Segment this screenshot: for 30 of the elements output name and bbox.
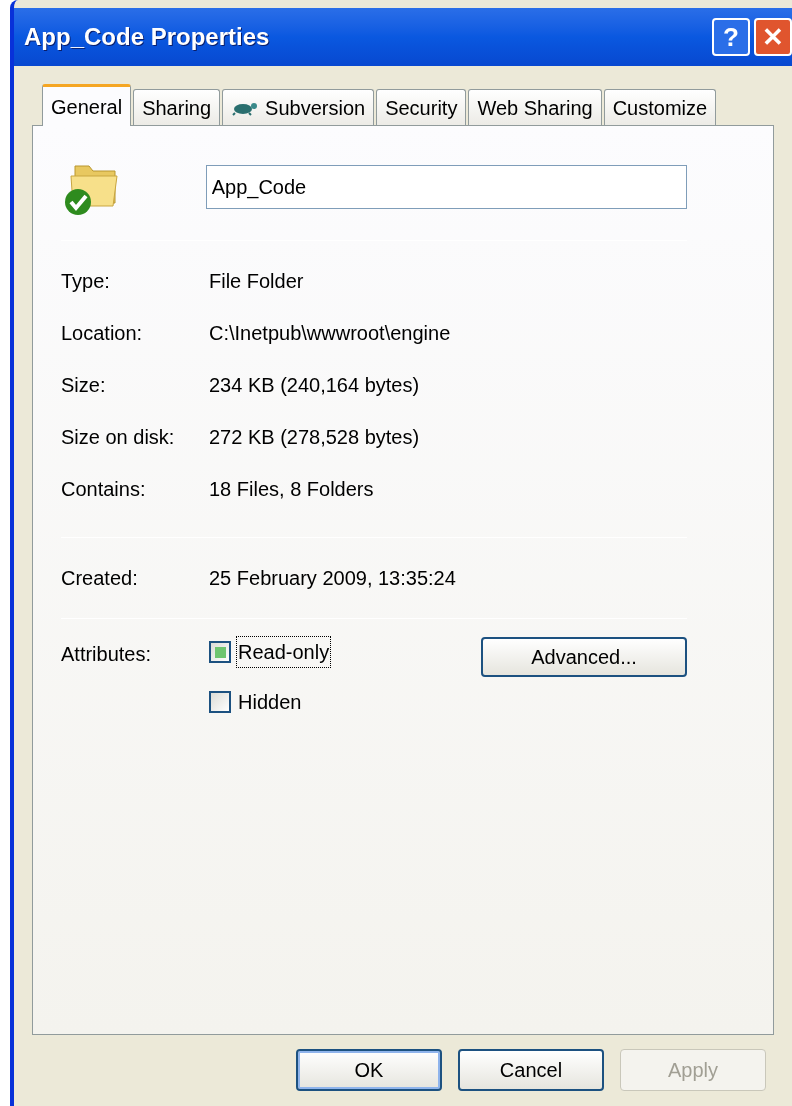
checkbox[interactable] xyxy=(209,641,231,663)
name-field[interactable]: App_Code xyxy=(205,165,687,209)
tab[interactable]: Sharing xyxy=(133,89,221,125)
help-button[interactable]: ? xyxy=(712,18,750,56)
field-value: File Folder xyxy=(209,269,304,294)
field-label: Created: xyxy=(61,566,139,591)
tab[interactable]: General xyxy=(42,84,132,126)
checkbox[interactable] xyxy=(209,691,231,713)
field-label: Attributes: xyxy=(61,642,153,667)
field-label: Size on disk: xyxy=(61,425,176,450)
checkbox-label[interactable]: Hidden xyxy=(237,687,303,717)
field-value: 18 Files, 8 Folders xyxy=(209,477,374,502)
checkbox-label[interactable]: Read-only xyxy=(237,637,331,667)
tab[interactable]: Security xyxy=(376,89,467,125)
tab[interactable]: Subversion xyxy=(222,89,375,125)
field-value: 272 KB (278,528 bytes) xyxy=(209,425,420,450)
field-label: Location: xyxy=(61,321,144,346)
dialog-button[interactable]: OK xyxy=(296,1049,442,1091)
field-value: C:\Inetpub\wwwroot\engine xyxy=(209,321,451,346)
tab[interactable]: Web Sharing xyxy=(468,89,602,125)
window-title: App_Code Properties xyxy=(24,22,270,52)
field-label: Contains: xyxy=(61,477,147,502)
tab[interactable]: Customize xyxy=(603,89,717,125)
field-value: 234 KB (240,164 bytes) xyxy=(209,373,420,398)
advanced-button[interactable]: Advanced... xyxy=(481,637,687,677)
close-button[interactable]: ✕ xyxy=(754,18,792,56)
dialog-button[interactable]: Cancel xyxy=(458,1049,604,1091)
field-label: Size: xyxy=(61,373,107,398)
field-value: 25 February 2009, 13:35:24 xyxy=(209,566,456,591)
field-label: Type: xyxy=(61,269,111,294)
